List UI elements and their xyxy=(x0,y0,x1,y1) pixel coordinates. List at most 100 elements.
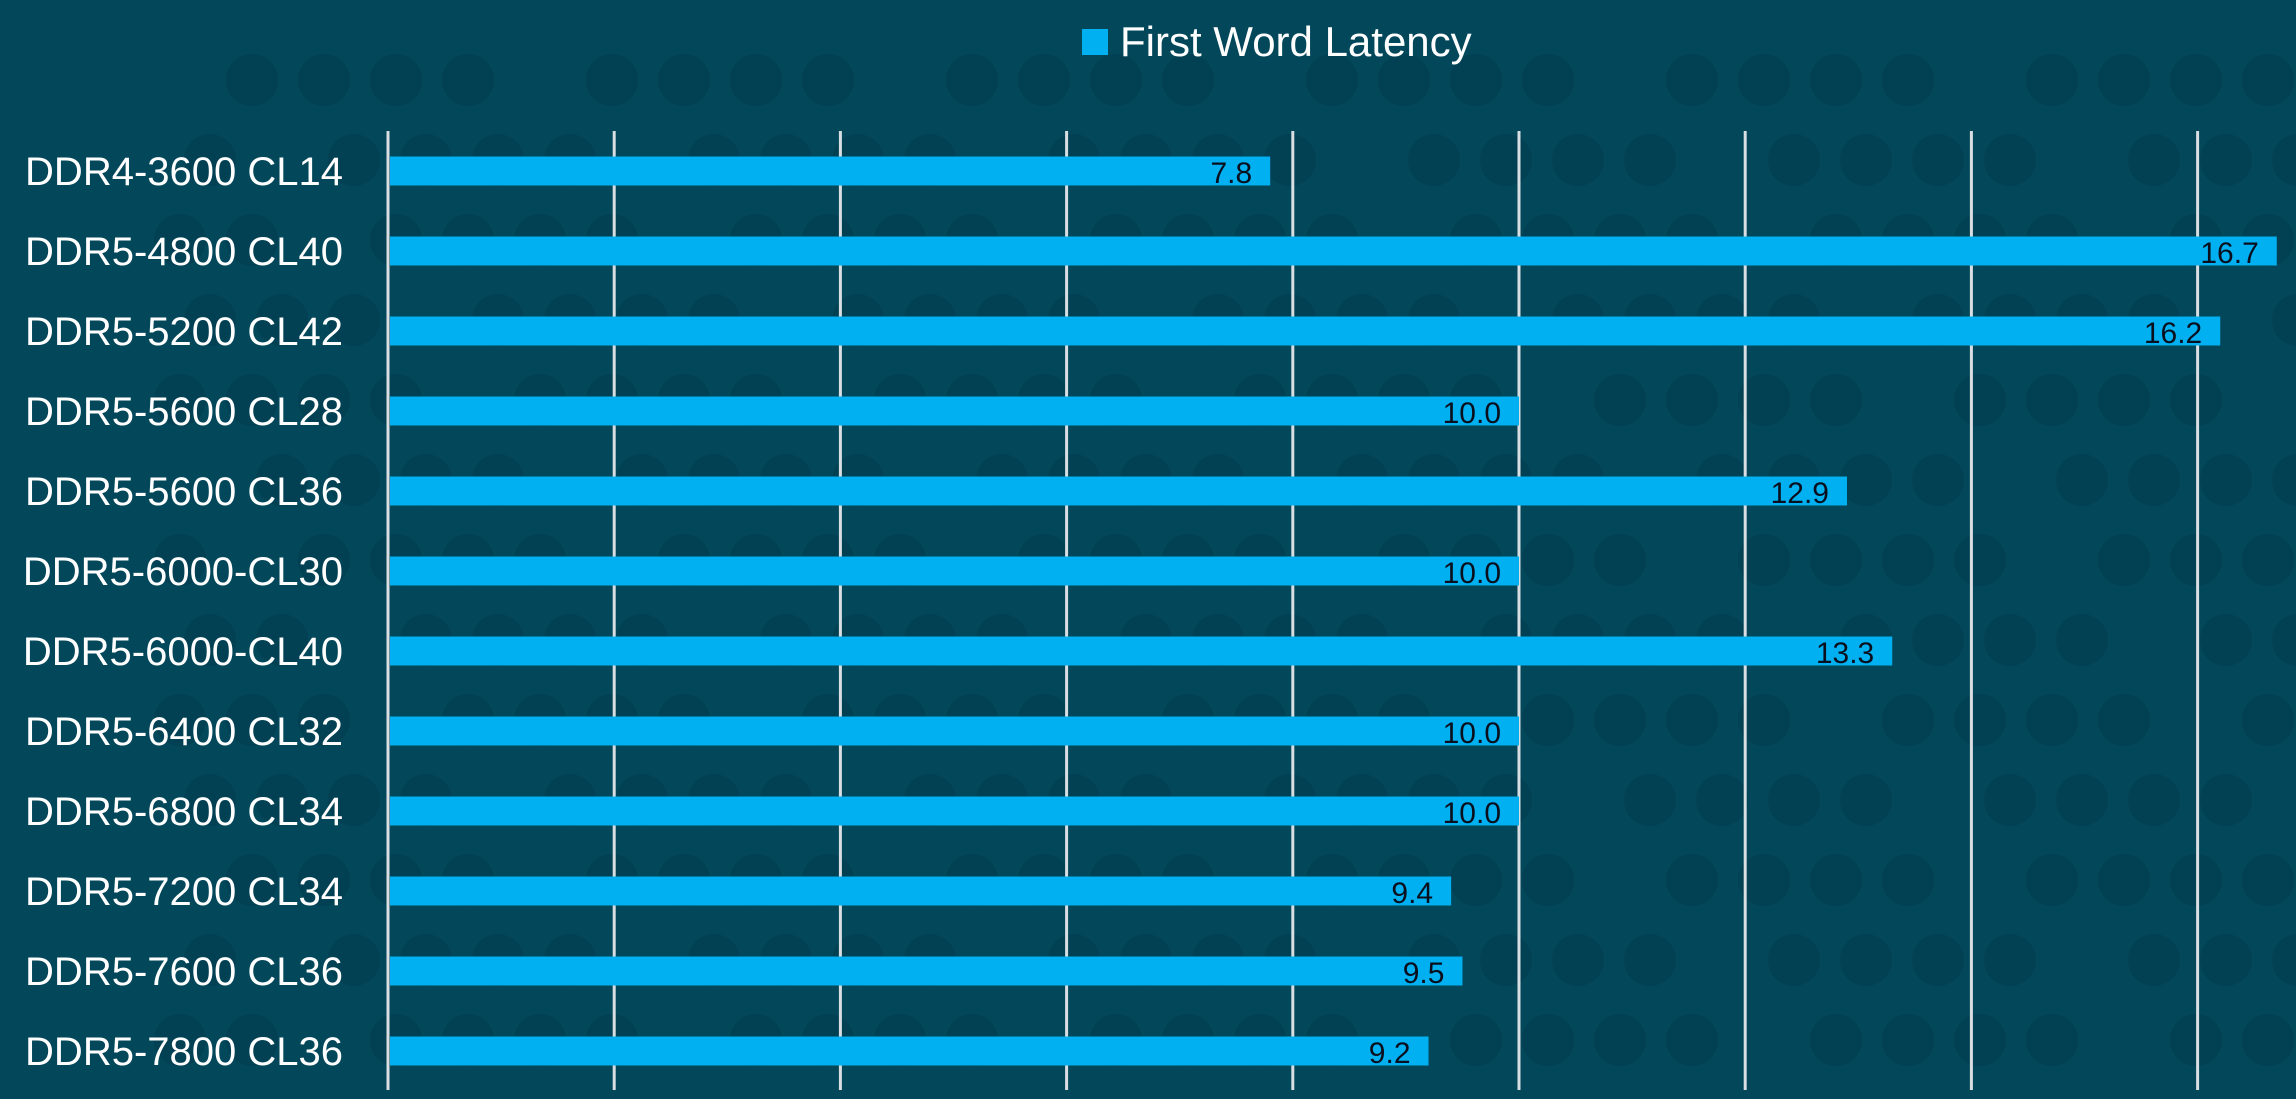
watermark-mark xyxy=(1522,854,1574,906)
data-label-0: 7.8 xyxy=(1210,157,1252,190)
watermark-mark xyxy=(1666,374,1718,426)
watermark-mark xyxy=(1522,1014,1574,1066)
watermark-mark xyxy=(1594,534,1646,586)
watermark-mark xyxy=(1810,854,1862,906)
data-label-6: 13.3 xyxy=(1816,637,1874,670)
watermark-mark xyxy=(1522,694,1574,746)
watermark-mark xyxy=(1666,1014,1718,1066)
watermark-mark xyxy=(1984,934,2036,986)
watermark-mark xyxy=(2242,534,2294,586)
watermark-mark xyxy=(2026,374,2078,426)
data-label-10: 9.5 xyxy=(1403,957,1445,990)
bar-8 xyxy=(390,796,1519,826)
bar-6 xyxy=(390,636,1893,666)
watermark-mark xyxy=(1882,854,1934,906)
watermark-mark xyxy=(2098,694,2150,746)
watermark-mark xyxy=(1696,774,1748,826)
data-label-9: 9.4 xyxy=(1391,877,1433,910)
watermark-mark xyxy=(1768,934,1820,986)
bar-3 xyxy=(390,396,1519,426)
watermark-mark xyxy=(1984,614,2036,666)
data-label-1: 16.7 xyxy=(2200,237,2258,270)
watermark-mark xyxy=(1768,134,1820,186)
data-label-8: 10.0 xyxy=(1443,797,1501,830)
category-label-3: DDR5-5600 CL28 xyxy=(25,390,343,434)
data-label-2: 16.2 xyxy=(2144,317,2202,350)
watermark-mark xyxy=(1552,134,1604,186)
watermark-mark xyxy=(2056,454,2108,506)
watermark-mark xyxy=(2272,454,2296,506)
chart: First Word Latency DDR4-3600 CL14 DDR5-48… xyxy=(0,0,2296,1099)
watermark-mark xyxy=(1882,694,1934,746)
watermark-mark xyxy=(2200,134,2252,186)
watermark-mark xyxy=(1882,534,1934,586)
watermark-mark xyxy=(1624,134,1676,186)
watermark-mark xyxy=(2200,774,2252,826)
watermark-mark xyxy=(1840,774,1892,826)
category-label-0: DDR4-3600 CL14 xyxy=(25,150,343,194)
watermark-mark xyxy=(298,54,350,106)
watermark-mark xyxy=(1984,774,2036,826)
watermark-mark xyxy=(1552,934,1604,986)
watermark-mark xyxy=(2056,774,2108,826)
watermark-mark xyxy=(370,54,422,106)
watermark-mark xyxy=(1018,54,1070,106)
watermark-mark xyxy=(1666,694,1718,746)
watermark-mark xyxy=(2098,54,2150,106)
watermark-mark xyxy=(2200,454,2252,506)
watermark-mark xyxy=(1264,134,1316,186)
watermark-mark xyxy=(1624,774,1676,826)
data-label-4: 12.9 xyxy=(1771,477,1829,510)
watermark-mark xyxy=(2272,934,2296,986)
watermark-mark xyxy=(1738,54,1790,106)
watermark-mark xyxy=(1594,694,1646,746)
bar-11 xyxy=(390,1036,1429,1066)
watermark-mark xyxy=(2128,934,2180,986)
bar-7 xyxy=(390,716,1519,746)
bar-9 xyxy=(390,876,1452,906)
watermark-mark xyxy=(1840,934,1892,986)
data-label-3: 10.0 xyxy=(1443,397,1501,430)
watermark-mark xyxy=(2200,614,2252,666)
watermark-mark xyxy=(1480,934,1532,986)
watermark-mark xyxy=(2242,694,2294,746)
watermark-mark xyxy=(2170,374,2222,426)
bar-10 xyxy=(390,956,1463,986)
category-label-7: DDR5-6400 CL32 xyxy=(25,710,343,754)
watermark-mark xyxy=(730,54,782,106)
watermark-mark xyxy=(1840,454,1892,506)
watermark-mark xyxy=(1450,1014,1502,1066)
watermark-mark xyxy=(1954,1014,2006,1066)
data-label-11: 9.2 xyxy=(1369,1037,1411,1070)
watermark-mark xyxy=(1768,774,1820,826)
bar-1 xyxy=(390,236,2277,266)
watermark-mark xyxy=(1480,134,1532,186)
watermark-mark xyxy=(226,54,278,106)
watermark-mark xyxy=(1882,54,1934,106)
data-labels: 7.8 16.7 16.2 10.0 12.9 10.0 13.3 10.0 10.0 9.4 9.… xyxy=(1210,157,2258,1070)
watermark-mark xyxy=(1810,534,1862,586)
legend: First Word Latency xyxy=(1082,18,1472,65)
watermark-mark xyxy=(1594,1014,1646,1066)
category-label-11: DDR5-7800 CL36 xyxy=(25,1030,343,1074)
watermark-mark xyxy=(1594,374,1646,426)
bars xyxy=(390,156,2277,1066)
watermark-mark xyxy=(1912,614,1964,666)
watermark-mark xyxy=(1882,1014,1934,1066)
watermark-mark xyxy=(1810,374,1862,426)
watermark-mark xyxy=(1624,934,1676,986)
legend-swatch xyxy=(1082,29,1108,55)
watermark-mark xyxy=(2128,454,2180,506)
watermark-mark xyxy=(2098,854,2150,906)
watermark-mark xyxy=(2272,294,2296,346)
watermark-mark xyxy=(802,54,854,106)
watermark-mark xyxy=(2098,534,2150,586)
watermark-mark xyxy=(1954,374,2006,426)
watermark-mark xyxy=(2026,854,2078,906)
watermark-mark xyxy=(586,54,638,106)
bar-chart: First Word Latency DDR4-3600 CL14 DDR5-48… xyxy=(23,18,2296,1090)
category-label-8: DDR5-6800 CL34 xyxy=(25,790,343,834)
watermark-mark xyxy=(1912,454,1964,506)
category-label-6: DDR5-6000-CL40 xyxy=(23,630,343,674)
watermark-mark xyxy=(2200,934,2252,986)
